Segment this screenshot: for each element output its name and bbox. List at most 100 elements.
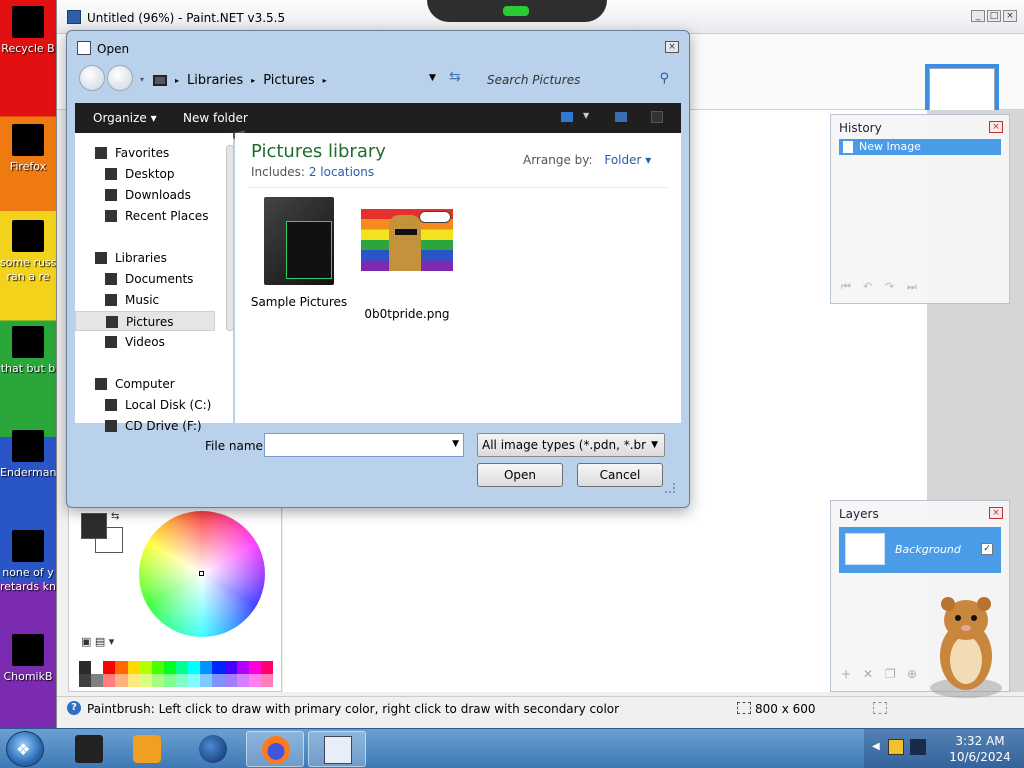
taskbar-app-firefox[interactable] bbox=[246, 731, 304, 767]
palette-swatch[interactable] bbox=[163, 661, 176, 674]
maximize-button[interactable]: □ bbox=[987, 10, 1001, 22]
nav-item-desktop[interactable]: Desktop bbox=[75, 164, 215, 184]
palette-swatch[interactable] bbox=[236, 661, 249, 674]
palette-swatch[interactable] bbox=[188, 674, 201, 687]
history-first-icon[interactable]: ⏮ bbox=[841, 281, 855, 293]
tray-network-icon[interactable] bbox=[910, 739, 926, 755]
palette-swatch[interactable] bbox=[103, 674, 116, 687]
breadcrumb-pictures[interactable]: Pictures bbox=[263, 73, 314, 88]
palette-swatch[interactable] bbox=[127, 674, 140, 687]
add-layer-icon[interactable]: + bbox=[841, 667, 855, 681]
chevron-right-icon[interactable]: ▸ bbox=[251, 76, 255, 85]
preview-pane-icon[interactable] bbox=[615, 112, 627, 122]
taskbar-app-media-player[interactable] bbox=[118, 731, 176, 767]
organize-button[interactable]: Organize ▾ bbox=[93, 111, 157, 125]
desktop-icon[interactable]: none of y retards kn bbox=[0, 530, 56, 594]
tray-expand-icon[interactable]: ◀ bbox=[872, 741, 880, 752]
desktop-icon[interactable]: some russ ran a re bbox=[0, 220, 56, 284]
nav-item-libraries[interactable]: Libraries bbox=[75, 248, 215, 268]
nav-item-downloads[interactable]: Downloads bbox=[75, 185, 215, 205]
palette-swatch[interactable] bbox=[151, 674, 164, 687]
history-dropdown-icon[interactable]: ▾ bbox=[140, 75, 144, 84]
palette-swatch[interactable] bbox=[236, 674, 249, 687]
taskbar-app-terminal[interactable] bbox=[60, 731, 118, 767]
new-folder-button[interactable]: New folder bbox=[183, 111, 248, 125]
palette-swatch[interactable] bbox=[115, 661, 128, 674]
address-dropdown-icon[interactable]: ▼ bbox=[429, 73, 436, 83]
palette-swatch[interactable] bbox=[91, 674, 104, 687]
palette-swatch[interactable] bbox=[139, 674, 152, 687]
minimize-button[interactable]: _ bbox=[971, 10, 985, 22]
desktop-icon[interactable]: Recycle B bbox=[0, 6, 56, 56]
file-item-0b0tpride[interactable]: 0b0tpride.png bbox=[357, 197, 457, 321]
palette-swatch[interactable] bbox=[188, 661, 201, 674]
chevron-right-icon[interactable]: ▸ bbox=[175, 76, 179, 85]
palette-swatch[interactable] bbox=[127, 661, 140, 674]
palette-swatch[interactable] bbox=[260, 674, 273, 687]
palette-swatch[interactable] bbox=[248, 674, 261, 687]
cancel-button[interactable]: Cancel bbox=[577, 463, 663, 487]
search-box[interactable]: Search Pictures ⚲ bbox=[475, 67, 675, 93]
color-wheel-marker[interactable] bbox=[199, 571, 204, 576]
swap-colors-icon[interactable]: ⇆ bbox=[111, 511, 119, 522]
help-icon[interactable] bbox=[651, 111, 663, 123]
arrange-by-dropdown[interactable]: Folder ▾ bbox=[604, 153, 651, 167]
palette-swatch[interactable] bbox=[212, 661, 225, 674]
nav-item-videos[interactable]: Videos bbox=[75, 332, 215, 352]
palette-swatch[interactable] bbox=[224, 674, 237, 687]
merge-layer-icon[interactable]: ⊕ bbox=[907, 667, 921, 681]
palette-swatch[interactable] bbox=[139, 661, 152, 674]
desktop-icon[interactable]: that but b bbox=[0, 326, 56, 376]
delete-layer-icon[interactable]: ✕ bbox=[863, 667, 877, 681]
taskbar-app-paintnet[interactable] bbox=[308, 731, 366, 767]
desktop-icon[interactable]: ChomikB bbox=[0, 634, 56, 684]
nav-item-local-disk-c[interactable]: Local Disk (C:) bbox=[75, 395, 215, 415]
search-input[interactable]: Search Pictures bbox=[487, 73, 580, 87]
layers-close-button[interactable]: × bbox=[989, 507, 1003, 519]
file-name-dropdown-icon[interactable]: ▼ bbox=[452, 439, 459, 449]
palette-swatch[interactable] bbox=[224, 661, 237, 674]
palette-swatch[interactable] bbox=[103, 661, 116, 674]
layer-row[interactable]: Background ✓ bbox=[839, 527, 1001, 573]
palette-swatch[interactable] bbox=[115, 674, 128, 687]
tray-app-icon[interactable] bbox=[888, 739, 904, 755]
palette-swatch[interactable] bbox=[248, 661, 261, 674]
nav-item-pictures[interactable]: Pictures bbox=[75, 311, 215, 331]
history-close-button[interactable]: × bbox=[989, 121, 1003, 133]
nav-item-music[interactable]: Music bbox=[75, 290, 215, 310]
palette-swatch[interactable] bbox=[176, 661, 189, 674]
primary-color[interactable] bbox=[81, 513, 107, 539]
nav-item-documents[interactable]: Documents bbox=[75, 269, 215, 289]
file-name-input[interactable]: ▼ bbox=[264, 433, 464, 457]
palette-swatch[interactable] bbox=[212, 674, 225, 687]
change-view-icon[interactable] bbox=[561, 112, 573, 122]
open-button[interactable]: Open bbox=[477, 463, 563, 487]
palette-swatch[interactable] bbox=[163, 674, 176, 687]
refresh-icon[interactable]: ⇆ bbox=[449, 69, 461, 85]
palette-swatch[interactable] bbox=[79, 674, 92, 687]
nav-item-computer[interactable]: Computer bbox=[75, 374, 215, 394]
nav-item-favorites[interactable]: Favorites bbox=[75, 143, 215, 163]
chevron-right-icon[interactable]: ▸ bbox=[323, 76, 327, 85]
palette-swatch[interactable] bbox=[260, 661, 273, 674]
duplicate-layer-icon[interactable]: ❐ bbox=[885, 667, 899, 681]
forward-button[interactable] bbox=[107, 65, 133, 91]
palette-swatch[interactable] bbox=[91, 661, 104, 674]
history-item-new-image[interactable]: New Image bbox=[839, 139, 1001, 155]
desktop-icon[interactable]: Firefox bbox=[0, 124, 56, 174]
desktop-icon[interactable]: Enderman bbox=[0, 430, 56, 480]
resize-grip[interactable] bbox=[665, 483, 675, 493]
taskbar-app-browser[interactable] bbox=[184, 731, 242, 767]
palette-swatch[interactable] bbox=[79, 661, 92, 674]
locations-link[interactable]: 2 locations bbox=[309, 165, 374, 179]
palette-swatch[interactable] bbox=[200, 674, 213, 687]
file-item-sample-pictures[interactable]: Sample Pictures bbox=[249, 197, 349, 309]
palette-swatch[interactable] bbox=[200, 661, 213, 674]
clock[interactable]: 3:32 AM 10/6/2024 bbox=[940, 733, 1020, 765]
dialog-close-button[interactable]: × bbox=[665, 41, 679, 53]
layer-visibility-checkbox[interactable]: ✓ bbox=[981, 543, 993, 555]
breadcrumb-libraries[interactable]: Libraries bbox=[187, 73, 243, 88]
palette-swatch[interactable] bbox=[176, 674, 189, 687]
palette-menu-icon[interactable]: ▤ ▾ bbox=[95, 635, 114, 648]
start-button[interactable]: ❖ bbox=[6, 731, 44, 767]
